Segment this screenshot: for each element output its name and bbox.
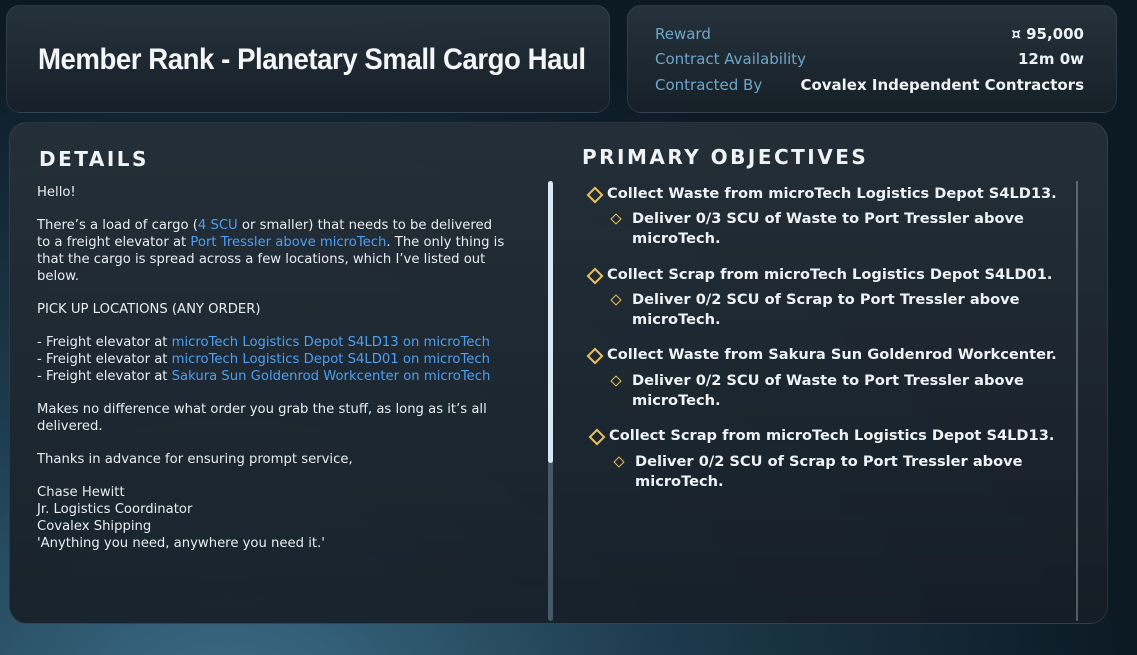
- details-scrollbar-thumb[interactable]: [548, 181, 553, 463]
- objectives-scrollbar-track[interactable]: [1076, 181, 1078, 621]
- details-heading: DETAILS: [39, 147, 149, 171]
- thanks-line: Thanks in advance for ensuring prompt se…: [37, 452, 353, 467]
- pickup-location-link[interactable]: microTech Logistics Depot S4LD13 on micr…: [172, 335, 490, 350]
- diamond-icon: [613, 456, 625, 468]
- contract-title: Member Rank - Planetary Small Cargo Haul: [38, 43, 586, 76]
- availability-value: 12m 0w: [1017, 50, 1084, 68]
- contractor-label: Contracted By: [655, 76, 763, 94]
- diamond-icon: [586, 347, 604, 365]
- reward-label: Reward: [655, 25, 711, 43]
- contract-main-panel: DETAILS Hello! There’s a load of cargo (…: [9, 122, 1108, 624]
- reward-row: Reward ¤ 95,000: [655, 25, 1084, 47]
- cargo-size-link[interactable]: 4 SCU: [198, 218, 238, 233]
- destination-link[interactable]: Port Tressler above microTech: [190, 235, 386, 250]
- pickup-heading: PICK UP LOCATIONS (ANY ORDER): [37, 302, 261, 317]
- diamond-icon: [586, 267, 604, 285]
- details-text: Hello! There’s a load of cargo (4 SCU or…: [37, 184, 507, 552]
- reward-value: ¤ 95,000: [1011, 25, 1084, 43]
- contractor-row: Contracted By Covalex Independent Contra…: [655, 76, 1084, 98]
- pickup-location-link[interactable]: Sakura Sun Goldenrod Workcenter on micro…: [172, 369, 491, 384]
- intro-paragraph: There’s a load of cargo (4 SCU or smalle…: [37, 218, 505, 284]
- diamond-icon: [610, 375, 622, 387]
- diamond-icon: [610, 294, 622, 306]
- pickup-location-link[interactable]: microTech Logistics Depot S4LD01 on micr…: [172, 352, 490, 367]
- order-note: Makes no difference what order you grab …: [37, 402, 487, 434]
- diamond-icon: [610, 213, 622, 225]
- contractor-value: Covalex Independent Contractors: [800, 76, 1084, 94]
- diamond-icon: [586, 186, 604, 204]
- diamond-icon: [588, 428, 606, 446]
- contract-info-panel: Reward ¤ 95,000 Contract Availability 12…: [627, 5, 1117, 113]
- availability-row: Contract Availability 12m 0w: [655, 50, 1084, 72]
- availability-label: Contract Availability: [655, 50, 807, 68]
- signature: Chase Hewitt Jr. Logistics Coordinator C…: [37, 485, 325, 551]
- title-panel: Member Rank - Planetary Small Cargo Haul: [6, 5, 610, 113]
- pickup-list: - Freight elevator at microTech Logistic…: [37, 335, 491, 384]
- objectives-heading: PRIMARY OBJECTIVES: [582, 145, 869, 169]
- greeting: Hello!: [37, 185, 76, 200]
